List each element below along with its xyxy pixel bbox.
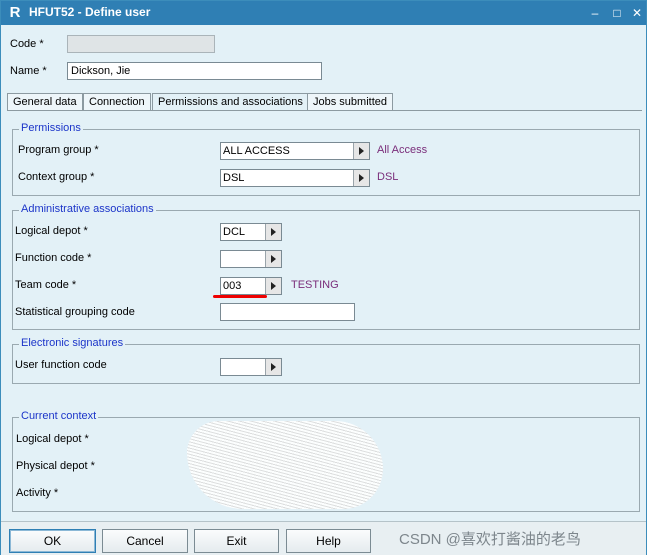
function-code-select[interactable] — [220, 250, 282, 268]
name-label: Name * — [10, 65, 47, 77]
app-logo-icon: R — [9, 4, 21, 21]
ok-button[interactable]: OK — [9, 529, 96, 553]
logical-depot-value: DCL — [223, 226, 246, 238]
context-group-label: Context group * — [18, 171, 95, 183]
name-field[interactable]: Dickson, Jie — [67, 62, 322, 80]
logical-depot-select[interactable]: DCL — [220, 223, 282, 241]
user-function-code-label: User function code — [15, 359, 107, 371]
minimize-icon[interactable]: – — [586, 4, 604, 22]
statistical-grouping-label: Statistical grouping code — [15, 306, 135, 318]
tab-jobs-submitted[interactable]: Jobs submitted — [307, 93, 393, 111]
chevron-right-icon[interactable] — [353, 143, 369, 159]
context-activity-label: Activity * — [16, 487, 59, 499]
user-function-code-select[interactable] — [220, 358, 282, 376]
context-group-value: DSL — [223, 172, 245, 184]
close-icon[interactable]: ✕ — [628, 4, 646, 22]
code-field[interactable] — [67, 35, 215, 53]
context-logical-depot-label: Logical depot * — [16, 433, 89, 445]
statistical-grouping-field[interactable] — [220, 303, 355, 321]
watermark-text: CSDN @喜欢打酱油的老鸟 — [399, 531, 581, 548]
help-button[interactable]: Help — [286, 529, 371, 553]
current-context-title: Current context — [19, 410, 99, 422]
chevron-right-icon[interactable] — [265, 224, 281, 240]
tab-general-data[interactable]: General data — [7, 93, 83, 111]
redaction-scribble — [187, 421, 383, 509]
program-group-label: Program group * — [18, 144, 99, 156]
context-group-description: DSL — [377, 171, 399, 183]
window-title: HFUT52 - Define user — [29, 5, 151, 19]
define-user-window: R HFUT52 - Define user – □ ✕ Code * Name… — [0, 0, 647, 555]
program-group-description: All Access — [377, 144, 428, 156]
tab-divider — [7, 110, 642, 111]
context-physical-depot-label: Physical depot * — [16, 460, 95, 472]
code-label: Code * — [10, 38, 44, 50]
team-code-select[interactable]: 003 — [220, 277, 282, 295]
chevron-right-icon[interactable] — [353, 170, 369, 186]
team-code-description: TESTING — [291, 279, 339, 291]
program-group-value: ALL ACCESS — [223, 145, 290, 157]
context-group-select[interactable]: DSL — [220, 169, 370, 187]
administrative-associations-title: Administrative associations — [19, 203, 156, 215]
maximize-icon[interactable]: □ — [608, 4, 626, 22]
title-bar: R HFUT52 - Define user – □ ✕ — [1, 1, 646, 25]
exit-button[interactable]: Exit — [194, 529, 279, 553]
program-group-select[interactable]: ALL ACCESS — [220, 142, 370, 160]
permissions-title: Permissions — [19, 122, 83, 134]
chevron-right-icon[interactable] — [265, 251, 281, 267]
tab-permissions-associations[interactable]: Permissions and associations — [152, 93, 309, 111]
team-code-label: Team code * — [15, 279, 77, 291]
highlight-underline — [213, 295, 267, 298]
logical-depot-label: Logical depot * — [15, 225, 88, 237]
function-code-label: Function code * — [15, 252, 92, 264]
cancel-button[interactable]: Cancel — [102, 529, 188, 553]
electronic-signatures-title: Electronic signatures — [19, 337, 126, 349]
chevron-right-icon[interactable] — [265, 359, 281, 375]
tab-connection[interactable]: Connection — [83, 93, 151, 111]
team-code-value: 003 — [223, 280, 242, 292]
chevron-right-icon[interactable] — [265, 278, 281, 294]
